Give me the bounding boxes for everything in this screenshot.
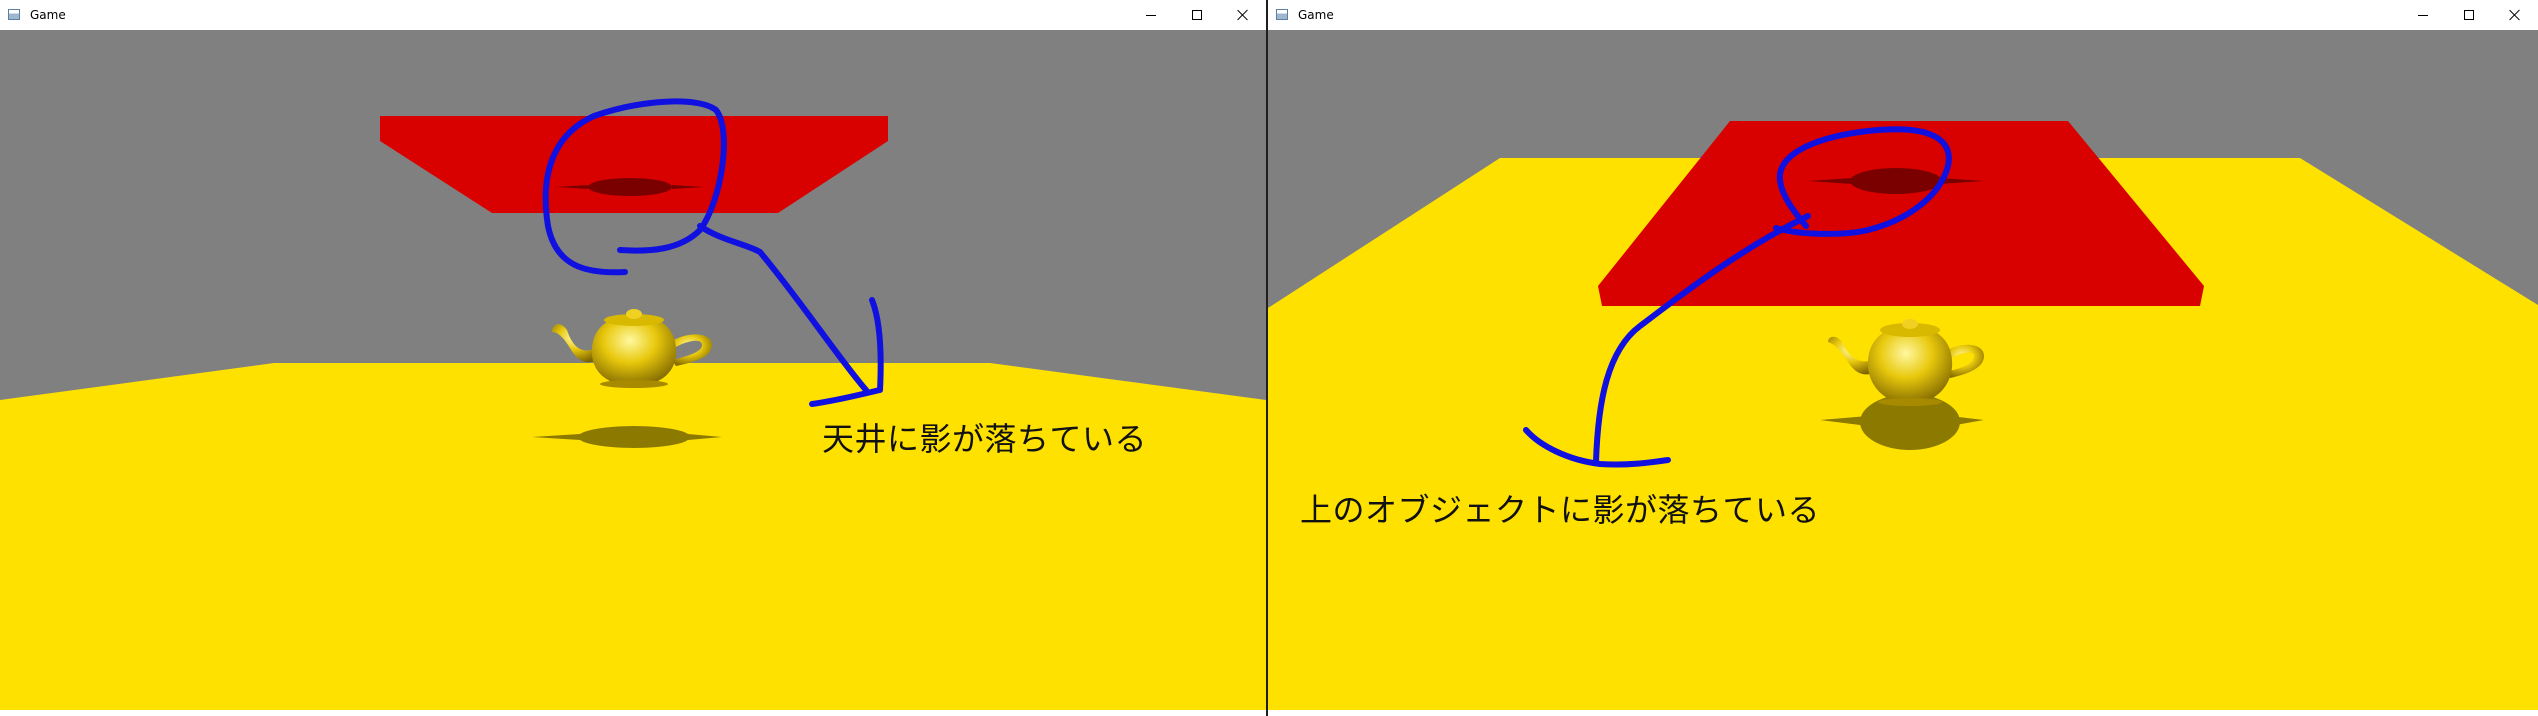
title-bar[interactable]: Game [1268,0,2538,31]
game-window-right: Game 上のオブジェクトに影が落ちている [1268,0,2538,716]
close-button[interactable] [2492,0,2538,30]
maximize-button[interactable] [2446,0,2492,30]
maximize-icon [1192,10,1202,20]
window-title: Game [1298,8,1334,22]
close-icon [1237,9,1249,21]
window-app-icon [1276,9,1288,20]
annotation-caption: 天井に影が落ちている [822,420,1148,458]
maximize-button[interactable] [1174,0,1220,30]
game-viewport[interactable] [1268,30,2538,710]
game-window-left: Game 天井に影が落ちている [0,0,1266,716]
annotation-caption: 上のオブジェクトに影が落ちている [1300,491,1821,529]
window-app-icon [8,9,20,20]
minimize-icon [1146,14,1156,16]
minimize-icon [2418,14,2428,16]
close-button[interactable] [1220,0,1266,30]
minimize-button[interactable] [1128,0,1174,30]
title-bar[interactable]: Game [0,0,1266,31]
window-title: Game [30,8,66,22]
maximize-icon [2464,10,2474,20]
game-viewport[interactable] [0,30,1266,710]
minimize-button[interactable] [2400,0,2446,30]
close-icon [2509,9,2521,21]
